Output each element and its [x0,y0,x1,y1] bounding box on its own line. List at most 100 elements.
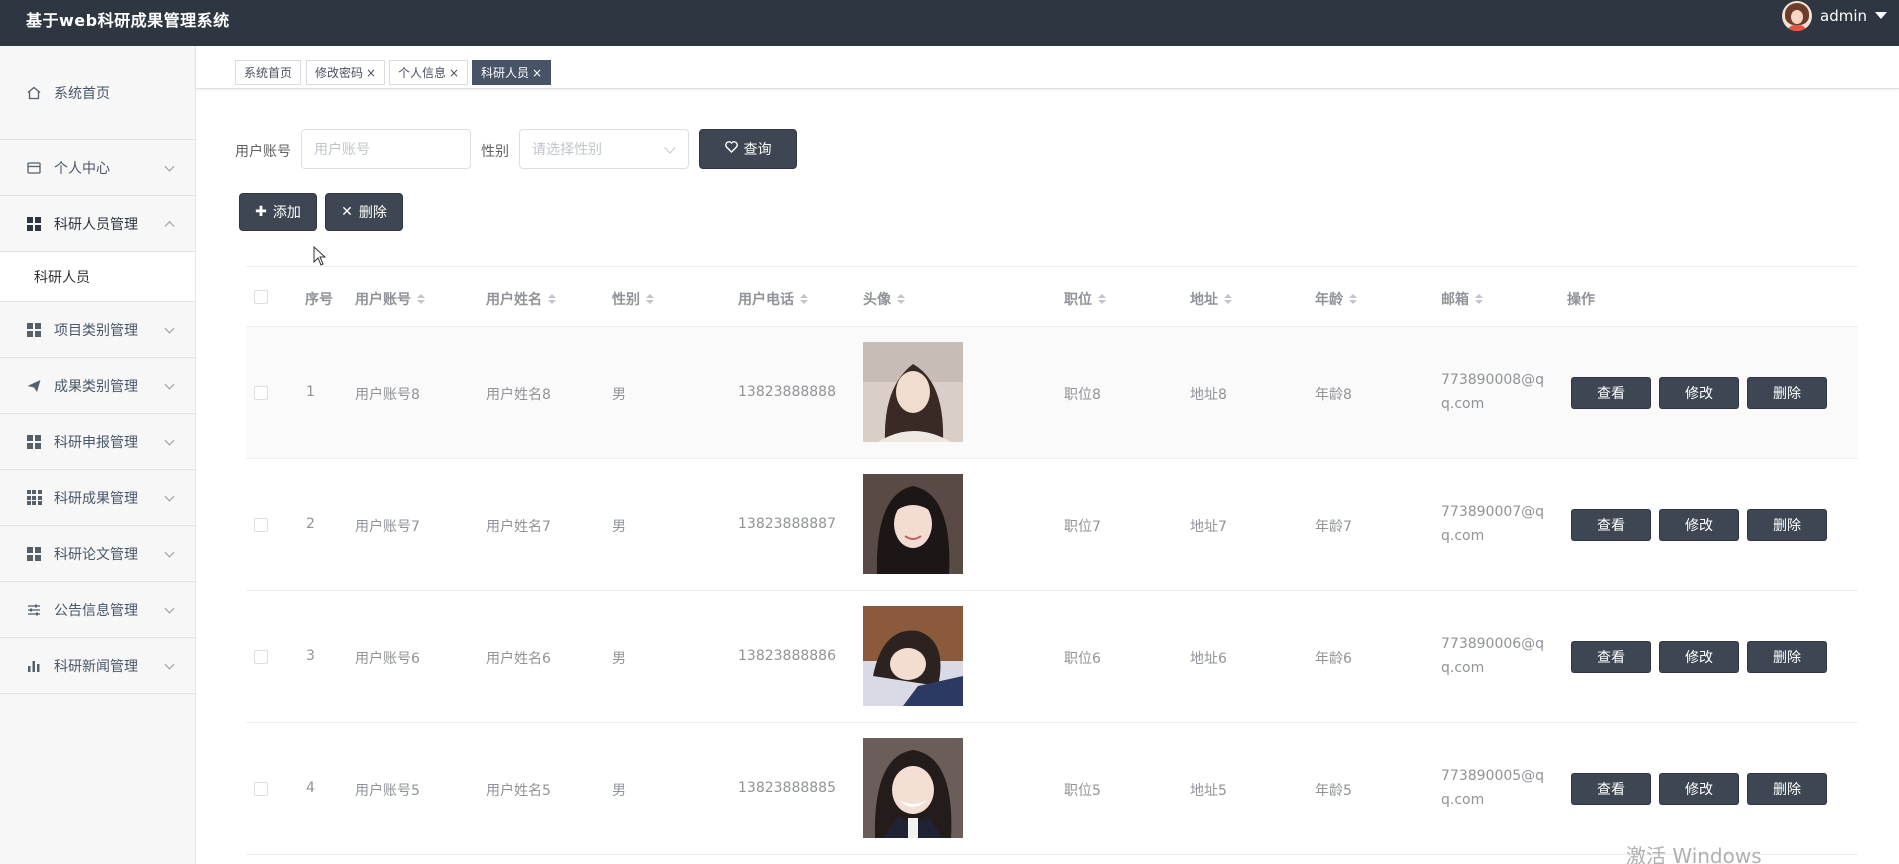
chevron-down-icon [164,435,175,446]
sidebar-item-home[interactable]: 系统首页 [0,46,195,140]
row-checkbox[interactable] [254,518,268,532]
sidebar-item-personal-center[interactable]: 个人中心 [0,140,195,196]
view-button[interactable]: 查看 [1571,641,1651,673]
mouse-cursor-icon [313,246,327,266]
app-title: 基于web科研成果管理系统 [26,11,230,30]
sidebar-item-label: 公告信息管理 [54,602,138,619]
caret-down-icon[interactable] [1875,12,1887,19]
cell-gender: 男 [612,519,626,535]
close-icon: ✕ [341,204,353,220]
select-all-checkbox[interactable] [254,290,268,304]
cell-account: 用户账号7 [355,519,420,535]
cell-email: 773890005@q q.com [1441,768,1545,808]
cell-account: 用户账号5 [355,783,420,799]
cell-name: 用户姓名6 [486,651,551,667]
column-header-address[interactable]: 地址 [1190,289,1232,309]
chevron-down-icon [664,142,676,154]
column-header-phone[interactable]: 用户电话 [738,289,808,309]
edit-button[interactable]: 修改 [1659,509,1739,541]
add-label: 添加 [272,205,301,221]
sort-icon [548,294,556,304]
sort-icon [646,294,654,304]
cell-email: 773890006@q q.com [1441,636,1545,676]
sidebar-item-research-results[interactable]: 科研成果管理 [0,470,195,526]
cell-position: 职位6 [1064,651,1101,667]
delete-row-button[interactable]: 删除 [1747,773,1827,805]
query-label: 查询 [743,142,772,158]
edit-button[interactable]: 修改 [1659,641,1739,673]
view-button[interactable]: 查看 [1571,773,1651,805]
gender-label: 性别 [481,144,509,160]
sidebar-item-label: 项目类别管理 [54,322,138,339]
delete-button[interactable]: ✕ 删除 [325,193,403,231]
tab-researchers[interactable]: 科研人员 × [472,60,552,85]
add-button[interactable]: ✚ 添加 [239,193,317,231]
tabs-bar: 系统首页 修改密码 × 个人信息 × 科研人员 × [196,46,1899,89]
gender-placeholder: 请选择性别 [532,142,602,158]
wallet-icon [26,160,42,176]
cell-name: 用户姓名8 [486,387,551,403]
sidebar-item-project-category[interactable]: 项目类别管理 [0,302,195,358]
close-icon[interactable]: × [366,66,376,80]
sidebar-subitem-researchers[interactable]: 科研人员 [0,252,195,302]
cell-gender: 男 [612,387,626,403]
close-icon[interactable]: × [449,66,459,80]
column-header-gender[interactable]: 性别 [612,289,654,309]
cell-address: 地址6 [1190,651,1227,667]
grid-icon [26,322,42,338]
view-button[interactable]: 查看 [1571,377,1651,409]
sidebar-item-label: 科研新闻管理 [54,658,138,675]
tab-home[interactable]: 系统首页 [235,60,302,85]
edit-button[interactable]: 修改 [1659,377,1739,409]
row-checkbox[interactable] [254,650,268,664]
delete-row-button[interactable]: 删除 [1747,641,1827,673]
delete-row-button[interactable]: 删除 [1747,377,1827,409]
chevron-down-icon [164,161,175,172]
sliders-icon [26,602,42,618]
delete-row-button[interactable]: 删除 [1747,509,1827,541]
column-header-avatar[interactable]: 头像 [863,289,905,309]
cell-index: 1 [306,384,315,400]
column-header-name[interactable]: 用户姓名 [486,289,556,309]
cell-account: 用户账号8 [355,387,420,403]
tab-label: 科研人员 [481,66,530,80]
column-header-age[interactable]: 年龄 [1315,289,1357,309]
cell-position: 职位8 [1064,387,1101,403]
table-row: 4 用户账号5 用户姓名5 男 13823888885 职位5 地址5 年龄5 … [246,723,1858,855]
cell-age: 年龄5 [1315,783,1352,799]
sidebar-item-news[interactable]: 科研新闻管理 [0,638,195,694]
column-header-position[interactable]: 职位 [1064,289,1106,309]
tab-personal-info[interactable]: 个人信息 × [389,60,469,85]
view-button[interactable]: 查看 [1571,509,1651,541]
grid-icon [26,546,42,562]
send-icon [26,378,42,394]
grid9-icon [26,490,42,506]
chevron-down-icon [164,547,175,558]
sidebar-item-papers[interactable]: 科研论文管理 [0,526,195,582]
row-checkbox[interactable] [254,386,268,400]
sidebar-item-label: 成果类别管理 [54,378,138,395]
chevron-down-icon [164,491,175,502]
table-row: 1 用户账号8 用户姓名8 男 13823888888 职位8 地址8 年龄8 … [246,327,1858,459]
sidebar-item-announcements[interactable]: 公告信息管理 [0,582,195,638]
user-menu[interactable]: admin [1782,0,1887,31]
chevron-down-icon [164,379,175,390]
username[interactable]: admin [1820,7,1867,25]
row-checkbox[interactable] [254,782,268,796]
sidebar-item-researcher-management[interactable]: 科研人员管理 [0,196,195,252]
cell-address: 地址8 [1190,387,1227,403]
query-button[interactable]: 查询 [699,129,797,169]
avatar-photo [863,738,963,838]
cell-index: 2 [306,516,315,532]
gender-select[interactable]: 请选择性别 [519,129,689,169]
account-search-input[interactable]: 用户账号 [301,129,471,169]
close-icon[interactable]: × [532,66,542,80]
sidebar-item-research-application[interactable]: 科研申报管理 [0,414,195,470]
cell-phone: 13823888886 [738,648,836,664]
edit-button[interactable]: 修改 [1659,773,1739,805]
column-header-email[interactable]: 邮箱 [1441,289,1483,309]
sidebar-item-result-category[interactable]: 成果类别管理 [0,358,195,414]
tab-change-password[interactable]: 修改密码 × [306,60,386,85]
column-header-account[interactable]: 用户账号 [355,289,425,309]
avatar[interactable] [1782,0,1812,31]
